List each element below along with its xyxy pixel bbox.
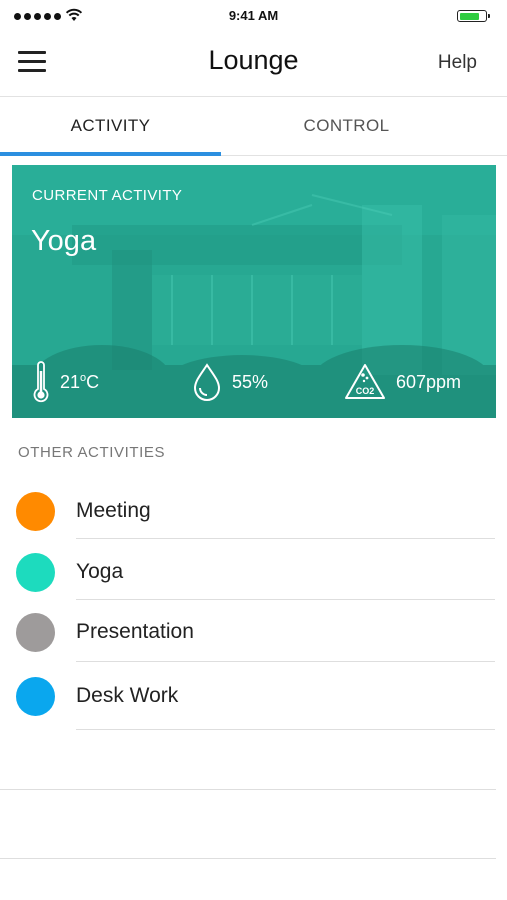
divider — [76, 729, 495, 730]
activity-color-dot — [16, 677, 55, 716]
current-activity-name: Yoga — [31, 225, 97, 257]
thermometer-icon — [32, 361, 50, 403]
page-title: Lounge — [208, 45, 299, 75]
battery-icon — [457, 10, 490, 22]
nav-bar: Lounge Help — [0, 32, 507, 97]
list-item-desk-work[interactable]: Desk Work — [0, 662, 507, 730]
activity-name: Yoga — [76, 560, 124, 583]
status-bar: 9:41 AM — [0, 0, 507, 32]
temperature-value: 21oC — [60, 371, 100, 392]
status-time: 9:41 AM — [228, 8, 279, 23]
activity-name: Desk Work — [76, 684, 179, 707]
menu-icon[interactable] — [18, 51, 46, 75]
activity-color-dot — [16, 553, 55, 592]
divider — [0, 789, 496, 790]
help-button[interactable]: Help — [438, 52, 477, 74]
activity-color-dot — [16, 613, 55, 652]
co2-metric: CO2 607ppm — [344, 360, 461, 404]
other-activities-label: OTHER ACTIVITIES — [18, 444, 166, 461]
co2-icon: CO2 — [344, 363, 386, 401]
current-activity-label: CURRENT ACTIVITY — [32, 187, 183, 204]
activity-color-dot — [16, 492, 55, 531]
humidity-metric: 55% — [192, 360, 268, 404]
list-item-presentation[interactable]: Presentation — [0, 600, 507, 662]
active-tab-indicator — [0, 152, 221, 156]
activity-name: Presentation — [76, 620, 194, 643]
divider — [0, 858, 496, 859]
activity-name: Meeting — [76, 499, 151, 522]
co2-value: 607ppm — [396, 371, 462, 392]
humidity-value: 55% — [232, 371, 269, 392]
temperature-metric: 21oC — [32, 360, 99, 404]
tab-control[interactable]: CONTROL — [236, 97, 457, 155]
tab-activity[interactable]: ACTIVITY — [0, 97, 221, 155]
list-item-meeting[interactable]: Meeting — [0, 478, 507, 539]
list-item-yoga[interactable]: Yoga — [0, 539, 507, 600]
tab-bar: ACTIVITY CONTROL — [0, 97, 507, 156]
current-activity-card[interactable]: CURRENT ACTIVITY Yoga 21oC 55% CO2 607pp… — [12, 165, 496, 418]
co2-icon-text: CO2 — [356, 386, 375, 396]
water-drop-icon — [192, 363, 222, 401]
